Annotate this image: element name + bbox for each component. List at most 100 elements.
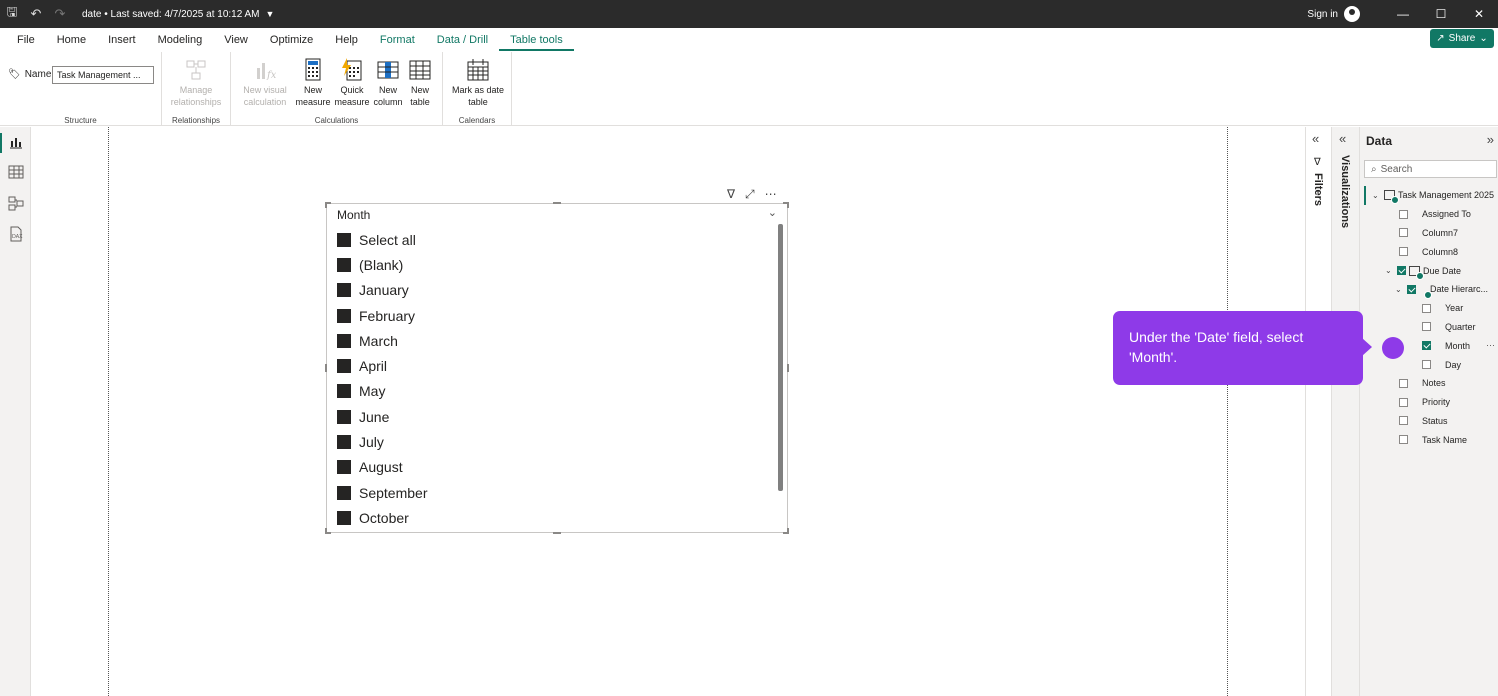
field-item-due-date[interactable]: ⌄ Due Date: [1360, 261, 1498, 280]
quick-measure-button[interactable]: Quick measure: [333, 58, 371, 108]
checkbox-icon[interactable]: [337, 257, 351, 272]
filters-pane-label[interactable]: Filters: [1312, 173, 1324, 206]
checkbox[interactable]: [1399, 397, 1408, 407]
resize-handle[interactable]: [553, 202, 561, 204]
menu-table-tools[interactable]: Table tools: [499, 29, 574, 51]
resize-handle[interactable]: [325, 528, 327, 534]
slicer-item[interactable]: February: [337, 303, 427, 328]
slicer-scrollbar[interactable]: [778, 224, 783, 491]
slicer-item[interactable]: August: [337, 455, 427, 480]
table-name-input[interactable]: Task Management ...: [52, 66, 154, 84]
menu-home[interactable]: Home: [46, 29, 97, 51]
checkbox-icon[interactable]: [337, 510, 351, 525]
minimize-icon[interactable]: —: [1384, 0, 1422, 28]
more-options-icon[interactable]: ⋯: [1486, 340, 1495, 351]
menu-format[interactable]: Format: [369, 29, 426, 51]
share-button[interactable]: ↗ Share ⌄: [1430, 29, 1494, 48]
hierarchy-level-quarter[interactable]: Quarter: [1360, 318, 1498, 337]
checkbox[interactable]: [1422, 322, 1431, 332]
checkbox-icon[interactable]: [337, 460, 351, 475]
visualizations-pane[interactable]: « Visualizations: [1331, 127, 1359, 696]
checkbox[interactable]: [1422, 341, 1431, 351]
field-item[interactable]: Status: [1360, 412, 1498, 431]
checkbox[interactable]: [1399, 378, 1408, 388]
redo-icon[interactable]: ↷: [48, 0, 72, 28]
new-column-button[interactable]: New column: [371, 58, 405, 108]
expand-pane-icon[interactable]: »: [1487, 132, 1494, 147]
menu-file[interactable]: File: [6, 29, 46, 51]
hierarchy-level-month[interactable]: Month ⋯: [1360, 336, 1498, 355]
checkbox[interactable]: [1399, 416, 1408, 426]
resize-handle[interactable]: [787, 528, 789, 534]
save-icon[interactable]: 🖫: [0, 0, 24, 28]
checkbox[interactable]: [1422, 360, 1431, 370]
checkbox-icon[interactable]: [337, 308, 351, 323]
date-hierarchy-node[interactable]: ⌄ Date Hierarc...: [1360, 280, 1498, 300]
new-measure-button[interactable]: New measure: [295, 58, 331, 108]
chevron-down-icon[interactable]: ⌄: [1385, 266, 1395, 275]
slicer-item[interactable]: June: [337, 404, 427, 429]
menu-help[interactable]: Help: [324, 29, 369, 51]
checkbox[interactable]: [1407, 284, 1416, 294]
slicer-item[interactable]: (Blank): [337, 252, 427, 277]
close-icon[interactable]: ✕: [1460, 0, 1498, 28]
checkbox[interactable]: [1422, 303, 1431, 313]
slicer-item[interactable]: January: [337, 278, 427, 303]
checkbox-icon[interactable]: [337, 485, 351, 500]
resize-handle[interactable]: [325, 202, 327, 208]
checkbox[interactable]: [1399, 209, 1408, 219]
chevron-down-icon[interactable]: ⌄: [768, 206, 777, 219]
model-view-icon[interactable]: [8, 195, 24, 211]
hierarchy-level-day[interactable]: Day: [1360, 355, 1498, 374]
new-table-button[interactable]: New table: [405, 58, 435, 108]
dax-query-view-icon[interactable]: DAX: [8, 226, 24, 242]
slicer-item[interactable]: May: [337, 379, 427, 404]
title-dropdown-icon[interactable]: ▼: [266, 9, 275, 19]
table-view-icon[interactable]: [8, 164, 24, 180]
checkbox-icon[interactable]: [337, 283, 351, 298]
checkbox-icon[interactable]: [337, 435, 351, 450]
menu-insert[interactable]: Insert: [97, 29, 147, 51]
month-slicer[interactable]: Month ⌄ Select all (Blank) January Febru…: [325, 202, 789, 534]
guide-hotspot[interactable]: [1382, 337, 1404, 359]
field-item[interactable]: Column7: [1360, 224, 1498, 243]
menu-view[interactable]: View: [213, 29, 259, 51]
menu-data-drill[interactable]: Data / Drill: [426, 29, 499, 51]
collapse-visualizations-icon[interactable]: «: [1339, 131, 1346, 146]
visualizations-pane-label[interactable]: Visualizations: [1339, 155, 1351, 228]
mark-as-date-table-button[interactable]: Mark as date table: [447, 58, 509, 108]
new-visual-calculation-button[interactable]: fx New visual calculation: [237, 58, 293, 108]
checkbox-icon[interactable]: [337, 409, 351, 424]
field-item[interactable]: Priority: [1360, 393, 1498, 412]
resize-handle[interactable]: [787, 202, 789, 208]
slicer-item[interactable]: September: [337, 480, 427, 505]
checkbox[interactable]: [1399, 247, 1408, 257]
collapse-filters-icon[interactable]: «: [1312, 131, 1319, 146]
checkbox[interactable]: [1397, 266, 1406, 276]
slicer-item[interactable]: April: [337, 353, 427, 378]
checkbox-icon[interactable]: [337, 359, 351, 374]
checkbox[interactable]: [1399, 435, 1408, 445]
filter-icon[interactable]: ∇: [727, 187, 735, 202]
hierarchy-level-year[interactable]: Year: [1360, 299, 1498, 318]
slicer-item[interactable]: March: [337, 328, 427, 353]
filters-pane[interactable]: « ∇ Filters: [1305, 127, 1331, 696]
undo-icon[interactable]: ↶: [24, 0, 48, 28]
slicer-item[interactable]: October: [337, 505, 427, 530]
checkbox-icon[interactable]: [337, 232, 351, 247]
slicer-item[interactable]: Select all: [337, 227, 427, 252]
data-search-input[interactable]: ⌕ Search: [1364, 160, 1497, 178]
avatar-icon[interactable]: [1344, 6, 1360, 22]
report-view-icon[interactable]: [8, 134, 24, 150]
menu-modeling[interactable]: Modeling: [147, 29, 214, 51]
chevron-down-icon[interactable]: ⌄: [1395, 285, 1405, 294]
field-item[interactable]: Column8: [1360, 242, 1498, 261]
checkbox-icon[interactable]: [337, 384, 351, 399]
table-node[interactable]: ⌄ Task Management 2025: [1360, 186, 1498, 205]
focus-mode-icon[interactable]: ⤢: [745, 187, 755, 202]
chevron-down-icon[interactable]: ⌄: [1372, 191, 1382, 200]
checkbox-icon[interactable]: [337, 333, 351, 348]
field-item[interactable]: Assigned To: [1360, 205, 1498, 224]
manage-relationships-button[interactable]: Manage relationships: [170, 58, 222, 108]
sign-in-link[interactable]: Sign in: [1307, 9, 1338, 20]
